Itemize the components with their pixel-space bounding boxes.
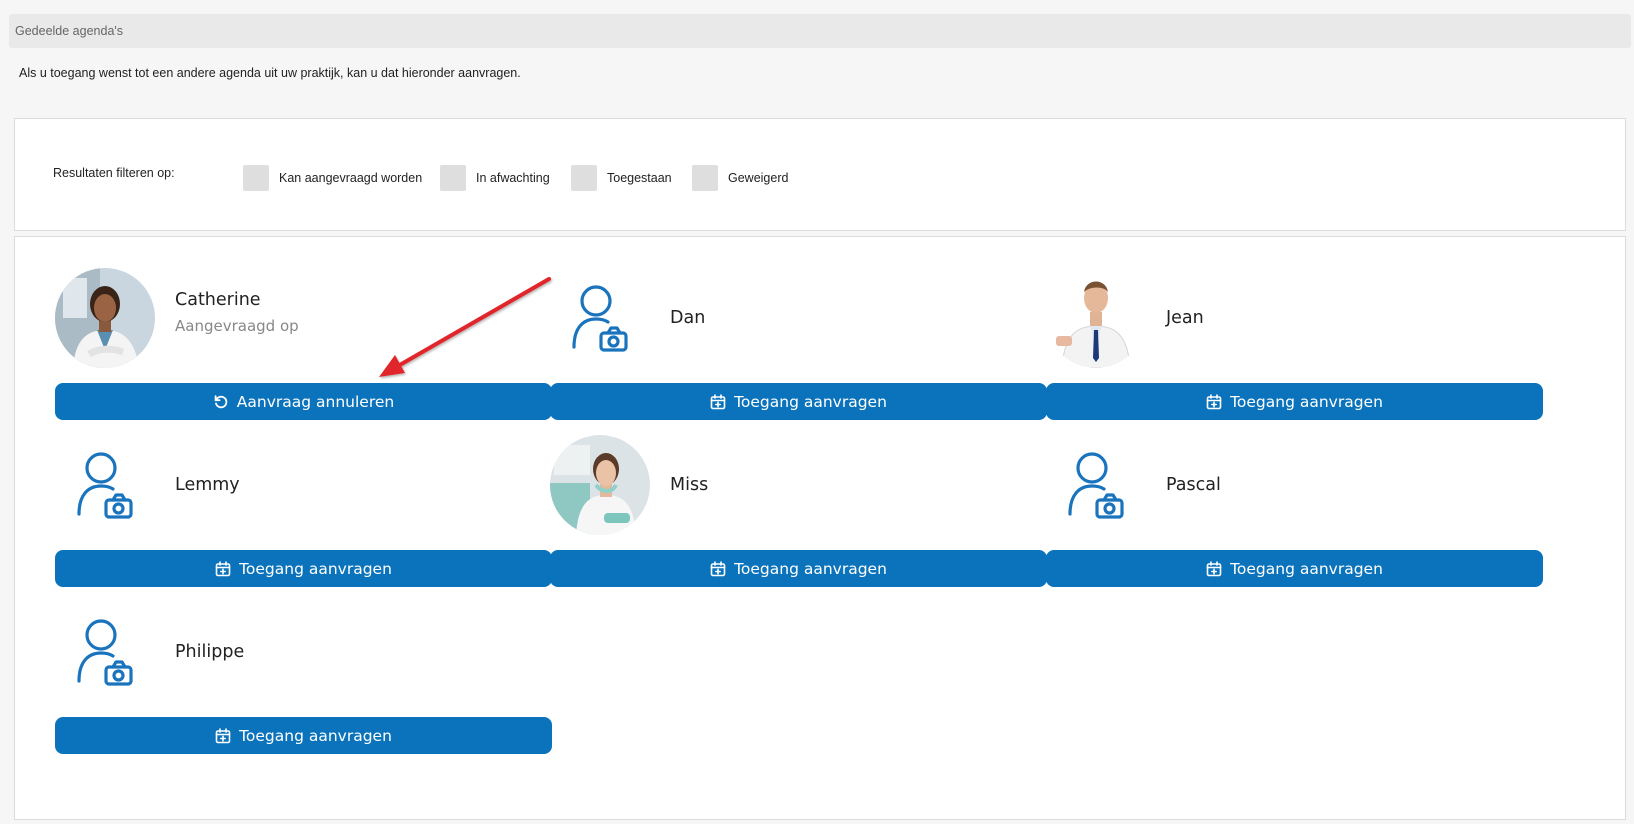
filter-option-label: Geweigerd — [728, 171, 789, 185]
card-name: Miss — [670, 475, 709, 495]
request-access-button[interactable]: Toegang aanvragen — [550, 550, 1047, 587]
button-label: Toegang aanvragen — [1230, 392, 1383, 411]
request-access-button[interactable]: Toegang aanvragen — [55, 717, 552, 754]
calendar-card: Miss Toegang aanvragen — [550, 435, 1047, 587]
button-label: Toegang aanvragen — [239, 559, 392, 578]
user-camera-icon — [55, 602, 155, 702]
button-label: Toegang aanvragen — [734, 392, 887, 411]
calendar-plus-icon — [1206, 394, 1222, 410]
user-camera-icon — [550, 268, 650, 368]
filter-option-requestable[interactable]: Kan aangevraagd worden — [243, 165, 422, 191]
card-status: Aangevraagd op — [175, 317, 299, 335]
calendar-card: Dan Toegang aanvragen — [550, 268, 1047, 420]
calendar-plus-icon — [710, 561, 726, 577]
filter-label: Resultaten filteren op: — [53, 166, 175, 180]
avatar — [550, 435, 650, 535]
calendar-plus-icon — [215, 561, 231, 577]
filter-option-pending[interactable]: In afwachting — [440, 165, 550, 191]
filter-checkbox[interactable] — [571, 165, 597, 191]
card-name: Dan — [670, 308, 706, 328]
filter-option-denied[interactable]: Geweigerd — [692, 165, 788, 191]
filter-checkbox[interactable] — [692, 165, 718, 191]
section-title: Gedeelde agenda's — [15, 24, 124, 38]
calendar-plus-icon — [1206, 561, 1222, 577]
cancel-request-button[interactable]: Aanvraag annuleren — [55, 383, 552, 420]
filter-panel: Resultaten filteren op: Kan aangevraagd … — [14, 118, 1626, 231]
request-access-button[interactable]: Toegang aanvragen — [55, 550, 552, 587]
request-access-button[interactable]: Toegang aanvragen — [1046, 550, 1543, 587]
calendar-card: Pascal Toegang aanvragen — [1046, 435, 1543, 587]
card-name: Philippe — [175, 642, 245, 662]
section-header: Gedeelde agenda's — [9, 14, 1631, 48]
intro-text: Als u toegang wenst tot een andere agend… — [19, 66, 521, 80]
card-name: Jean — [1166, 308, 1204, 328]
button-label: Toegang aanvragen — [239, 726, 392, 745]
calendar-plus-icon — [215, 728, 231, 744]
filter-option-label: In afwachting — [476, 171, 550, 185]
card-name: Catherine — [175, 290, 261, 310]
request-access-button[interactable]: Toegang aanvragen — [550, 383, 1047, 420]
calendar-card: Lemmy Toegang aanvragen — [55, 435, 552, 587]
card-name: Lemmy — [175, 475, 240, 495]
button-label: Toegang aanvragen — [734, 559, 887, 578]
calendar-card: Philippe Toegang aanvragen — [55, 602, 552, 754]
user-camera-icon — [1046, 435, 1146, 535]
card-name: Pascal — [1166, 475, 1221, 495]
filter-option-label: Kan aangevraagd worden — [279, 171, 423, 185]
filter-option-label: Toegestaan — [607, 171, 672, 185]
avatar — [1046, 268, 1146, 368]
cards-panel: Catherine Aangevraagd op Aanvraag annule… — [14, 236, 1626, 820]
calendar-plus-icon — [710, 394, 726, 410]
filter-checkbox[interactable] — [243, 165, 269, 191]
calendar-card: Catherine Aangevraagd op Aanvraag annule… — [55, 268, 552, 420]
button-label: Toegang aanvragen — [1230, 559, 1383, 578]
undo-icon — [214, 394, 228, 408]
button-label: Aanvraag annuleren — [236, 392, 395, 411]
filter-option-granted[interactable]: Toegestaan — [571, 165, 672, 191]
request-access-button[interactable]: Toegang aanvragen — [1046, 383, 1543, 420]
avatar — [55, 268, 155, 368]
user-camera-icon — [55, 435, 155, 535]
calendar-card: Jean Toegang aanvragen — [1046, 268, 1543, 420]
filter-checkbox[interactable] — [440, 165, 466, 191]
